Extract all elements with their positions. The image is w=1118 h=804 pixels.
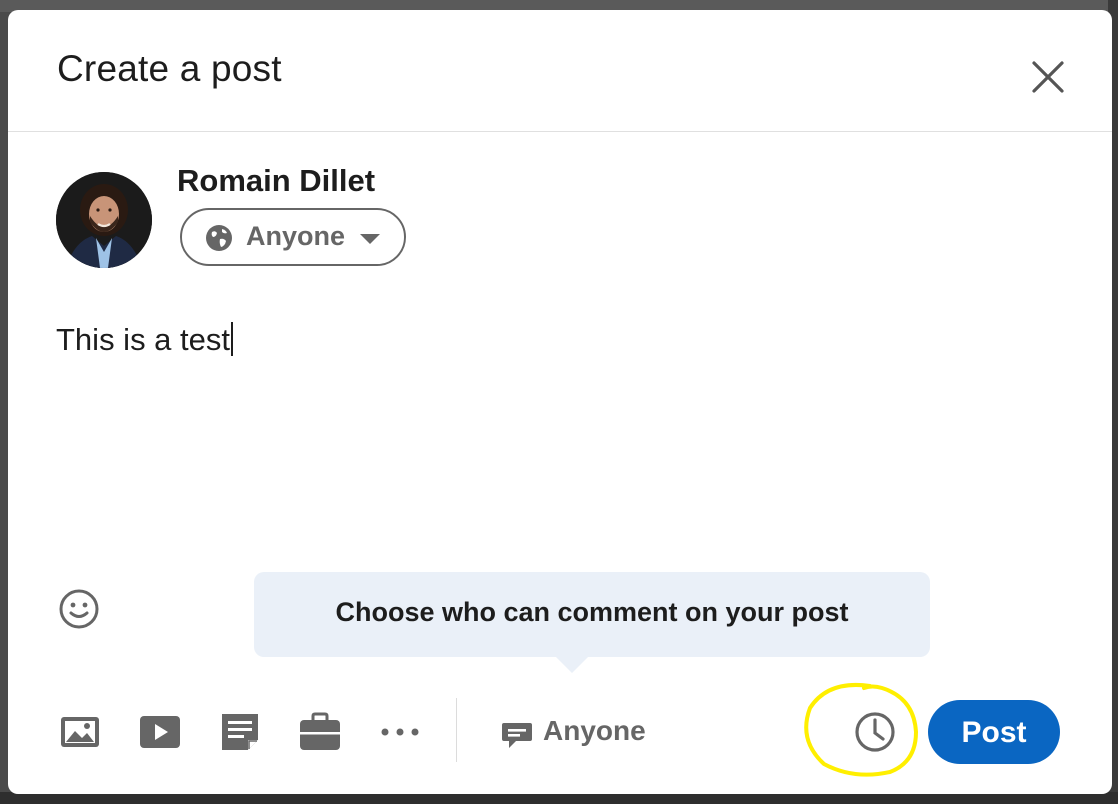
more-icon (381, 728, 419, 736)
comment-control-tooltip: Choose who can comment on your post (254, 572, 930, 673)
share-job-button[interactable] (298, 710, 342, 754)
dialog-title: Create a post (57, 48, 282, 89)
briefcase-icon (300, 712, 340, 750)
more-options-button[interactable] (378, 710, 422, 754)
visibility-label: Anyone (246, 221, 346, 251)
visibility-selector[interactable]: Anyone (180, 208, 406, 266)
create-post-dialog: Create a post Romain Dillet Anyone This … (8, 10, 1112, 794)
comment-icon (502, 723, 532, 748)
author-name: Romain Dillet (177, 163, 376, 198)
video-icon (140, 716, 180, 748)
document-icon (222, 714, 258, 750)
post-text-editor[interactable]: This is a test (56, 322, 233, 358)
close-icon (1032, 61, 1064, 93)
tooltip-pointer (556, 657, 588, 673)
add-video-button[interactable] (138, 710, 182, 754)
smiley-icon (59, 589, 99, 629)
emoji-button[interactable] (58, 588, 100, 630)
tooltip-text: Choose who can comment on your post (335, 597, 849, 627)
photo-icon (61, 717, 99, 747)
add-photo-button[interactable] (58, 710, 102, 754)
comment-control-label: Anyone (543, 715, 646, 746)
close-button[interactable] (1026, 55, 1070, 99)
text-cursor (231, 322, 233, 356)
schedule-post-button[interactable] (852, 709, 898, 755)
dialog-header: Create a post (8, 10, 1112, 132)
avatar (56, 172, 152, 268)
toolbar-divider (456, 698, 457, 762)
add-document-button[interactable] (218, 710, 262, 754)
chevron-down-icon (360, 234, 380, 244)
globe-icon (206, 225, 232, 251)
post-text: This is a test (56, 322, 230, 357)
post-button[interactable]: Post (928, 700, 1060, 764)
clock-icon (855, 712, 895, 752)
